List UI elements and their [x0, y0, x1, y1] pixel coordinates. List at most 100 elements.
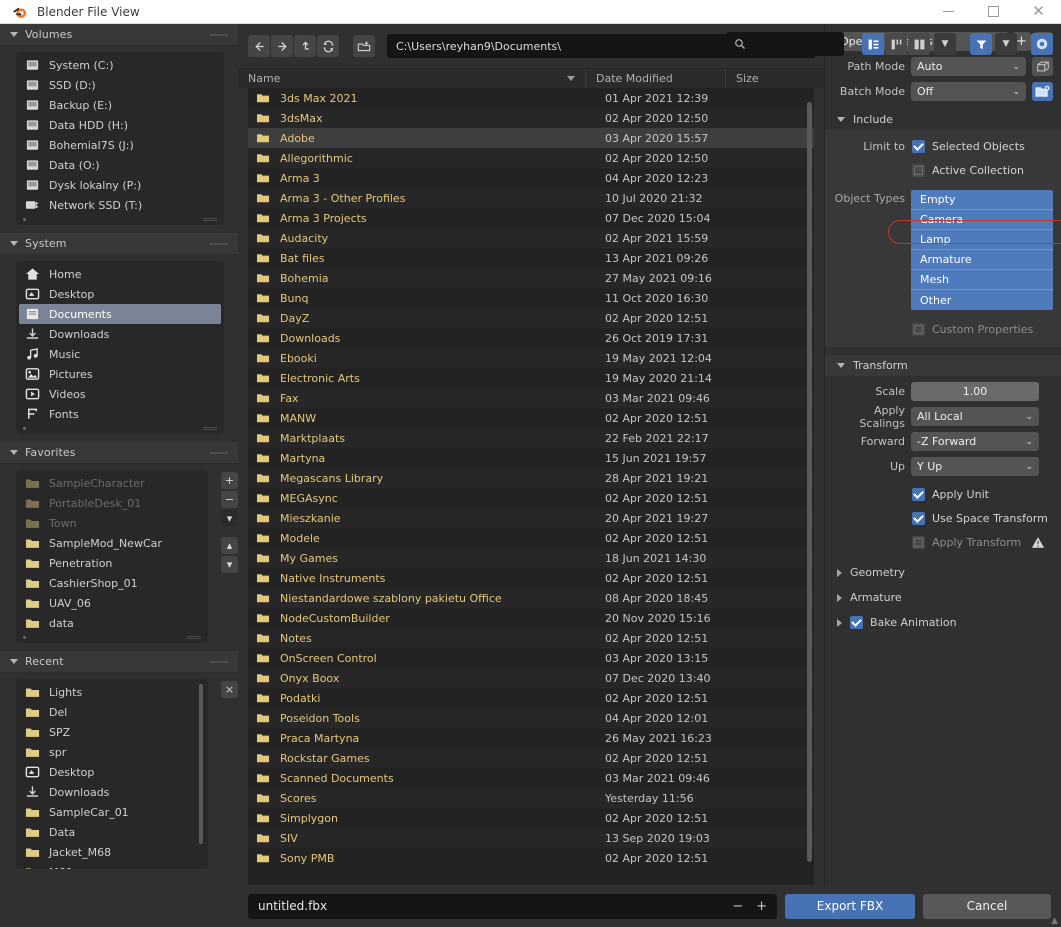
table-row[interactable]: Marktplaats 22 Feb 2021 22:17: [248, 428, 814, 448]
filename-decrement-button[interactable]: −: [732, 899, 743, 914]
object-type-item-3[interactable]: Armature: [911, 250, 1053, 270]
table-row[interactable]: MEGAsync 02 Apr 2020 12:51: [248, 488, 814, 508]
export-fbx-button[interactable]: Export FBX: [785, 893, 915, 919]
table-row[interactable]: Adobe 03 Apr 2020 15:57: [248, 128, 814, 148]
parent-directory-button[interactable]: [294, 35, 316, 57]
table-row[interactable]: MANW 02 Apr 2020 12:51: [248, 408, 814, 428]
favorite-item-3[interactable]: SampleMod_NewCar: [16, 533, 208, 553]
table-row[interactable]: 3ds Max 2021 01 Apr 2021 12:39: [248, 88, 814, 108]
table-row[interactable]: Scanned Documents 03 Mar 2021 09:46: [248, 768, 814, 788]
table-row[interactable]: Downloads 26 Oct 2019 17:31: [248, 328, 814, 348]
table-row[interactable]: Niestandardowe szablony pakietu Office 08…: [248, 588, 814, 608]
custom-properties-checkbox[interactable]: [912, 323, 925, 336]
panel-header-system[interactable]: System: [0, 233, 238, 255]
volume-item-1[interactable]: SSD (D:): [16, 75, 224, 95]
forward-button[interactable]: [271, 35, 293, 57]
table-row[interactable]: DayZ 02 Apr 2020 12:51: [248, 308, 814, 328]
apply-unit-checkbox[interactable]: [912, 488, 925, 501]
table-row[interactable]: Allegorithmic 02 Apr 2020 12:50: [248, 148, 814, 168]
recent-item-0[interactable]: Lights: [16, 682, 208, 702]
search-input[interactable]: [726, 32, 844, 56]
apply-transform-checkbox[interactable]: [912, 536, 925, 549]
table-row[interactable]: Scores Yesterday 11:56: [248, 788, 814, 808]
table-row[interactable]: Audacity 02 Apr 2021 15:59: [248, 228, 814, 248]
recent-scrollbar[interactable]: [199, 684, 203, 844]
batch-collection-toggle[interactable]: [1032, 82, 1053, 101]
move-down-button[interactable]: ▾: [221, 556, 238, 573]
table-row[interactable]: Modele 02 Apr 2020 12:51: [248, 528, 814, 548]
table-row[interactable]: Podatki 02 Apr 2020 12:51: [248, 688, 814, 708]
close-button[interactable]: ✕: [1016, 0, 1061, 24]
minimize-button[interactable]: [926, 0, 971, 24]
favorite-item-7[interactable]: data: [16, 613, 208, 633]
options-button[interactable]: [1031, 33, 1053, 55]
section-header-include[interactable]: Include: [825, 109, 1061, 130]
table-row[interactable]: Arma 3 04 Apr 2020 12:23: [248, 168, 814, 188]
resize-grip-icon[interactable]: ▲: [1051, 916, 1058, 926]
add-favorite-button[interactable]: +: [221, 472, 238, 489]
filter-toggle-button[interactable]: [970, 33, 992, 55]
system-item-3[interactable]: Downloads: [16, 324, 224, 344]
filter-dropdown-button[interactable]: ▼: [995, 33, 1017, 55]
system-item-4[interactable]: Music: [16, 344, 224, 364]
column-header-name[interactable]: Name: [238, 72, 585, 85]
volume-item-0[interactable]: System (C:): [16, 55, 224, 75]
filename-input[interactable]: untitled.fbx − +: [248, 893, 777, 919]
system-item-6[interactable]: Videos: [16, 384, 224, 404]
object-types-list[interactable]: Empty Camera Lamp Armature Mesh Other: [911, 190, 1053, 310]
system-item-1[interactable]: Desktop: [16, 284, 224, 304]
recent-item-2[interactable]: SPZ: [16, 722, 208, 742]
scale-value-field[interactable]: 1.00: [911, 382, 1039, 401]
table-row[interactable]: Notes 02 Apr 2020 12:51: [248, 628, 814, 648]
object-type-item-2[interactable]: Lamp: [911, 230, 1053, 250]
active-collection-checkbox[interactable]: [912, 164, 925, 177]
display-mode-dropdown-button[interactable]: ▼: [934, 33, 956, 55]
column-header-size[interactable]: Size: [725, 68, 824, 89]
table-row[interactable]: Simplygon 02 Apr 2020 12:51: [248, 808, 814, 828]
panel-header-volumes[interactable]: Volumes: [0, 24, 238, 46]
table-row[interactable]: Arma 3 - Other Profiles 10 Jul 2020 21:32: [248, 188, 814, 208]
table-row[interactable]: Arma 3 Projects 07 Dec 2020 15:04: [248, 208, 814, 228]
volume-item-3[interactable]: Data HDD (H:): [16, 115, 224, 135]
object-type-item-5[interactable]: Other: [911, 290, 1053, 310]
column-header-date[interactable]: Date Modified: [585, 68, 725, 89]
file-list-scrollbar[interactable]: [807, 102, 812, 862]
system-item-2[interactable]: Documents: [19, 304, 221, 324]
table-row[interactable]: Sony PMB 02 Apr 2020 12:51: [248, 848, 814, 868]
favorite-item-0[interactable]: SampleCharacter: [16, 473, 208, 493]
section-header-bake-animation[interactable]: Bake Animation: [825, 612, 1061, 633]
section-header-armature[interactable]: Armature: [825, 587, 1061, 608]
section-header-transform[interactable]: Transform: [825, 355, 1061, 376]
favorite-item-4[interactable]: Penetration: [16, 553, 208, 573]
object-type-item-0[interactable]: Empty: [911, 190, 1053, 210]
new-directory-button[interactable]: [353, 35, 375, 57]
move-up-button[interactable]: ▴: [221, 537, 238, 554]
selected-objects-checkbox[interactable]: [912, 140, 925, 153]
system-item-5[interactable]: Pictures: [16, 364, 224, 384]
table-row[interactable]: Bunq 11 Oct 2020 16:30: [248, 288, 814, 308]
display-mode-horizontal-list-button[interactable]: [885, 33, 907, 55]
table-row[interactable]: Ebooki 19 May 2021 12:04: [248, 348, 814, 368]
panel-header-favorites[interactable]: Favorites: [0, 442, 238, 464]
table-row[interactable]: 3dsMax 02 Apr 2020 12:50: [248, 108, 814, 128]
volume-item-6[interactable]: Dysk lokalny (P:): [16, 175, 224, 195]
cancel-button[interactable]: Cancel: [923, 893, 1051, 919]
system-item-0[interactable]: Home: [16, 264, 224, 284]
table-row[interactable]: Native Instruments 02 Apr 2020 12:51: [248, 568, 814, 588]
remove-favorite-button[interactable]: −: [221, 491, 238, 508]
batch-mode-dropdown[interactable]: Off ⌄: [911, 82, 1026, 101]
apply-scalings-dropdown[interactable]: All Local ⌄: [911, 407, 1039, 426]
table-row[interactable]: Mieszkanie 20 Apr 2021 19:27: [248, 508, 814, 528]
maximize-button[interactable]: [971, 0, 1016, 24]
table-row[interactable]: Praca Martyna 26 May 2021 16:23: [248, 728, 814, 748]
table-row[interactable]: OnScreen Control 03 Apr 2020 13:15: [248, 648, 814, 668]
recent-item-9[interactable]: M60: [16, 862, 208, 869]
forward-dropdown[interactable]: -Z Forward ⌄: [911, 432, 1039, 451]
panel-header-recent[interactable]: Recent: [0, 651, 238, 673]
table-row[interactable]: SIV 13 Sep 2020 19:03: [248, 828, 814, 848]
refresh-button[interactable]: [317, 35, 339, 57]
up-dropdown[interactable]: Y Up ⌄: [911, 457, 1039, 476]
system-item-7[interactable]: Fonts: [16, 404, 224, 424]
table-row[interactable]: Electronic Arts 19 May 2020 21:14: [248, 368, 814, 388]
back-button[interactable]: [248, 35, 270, 57]
